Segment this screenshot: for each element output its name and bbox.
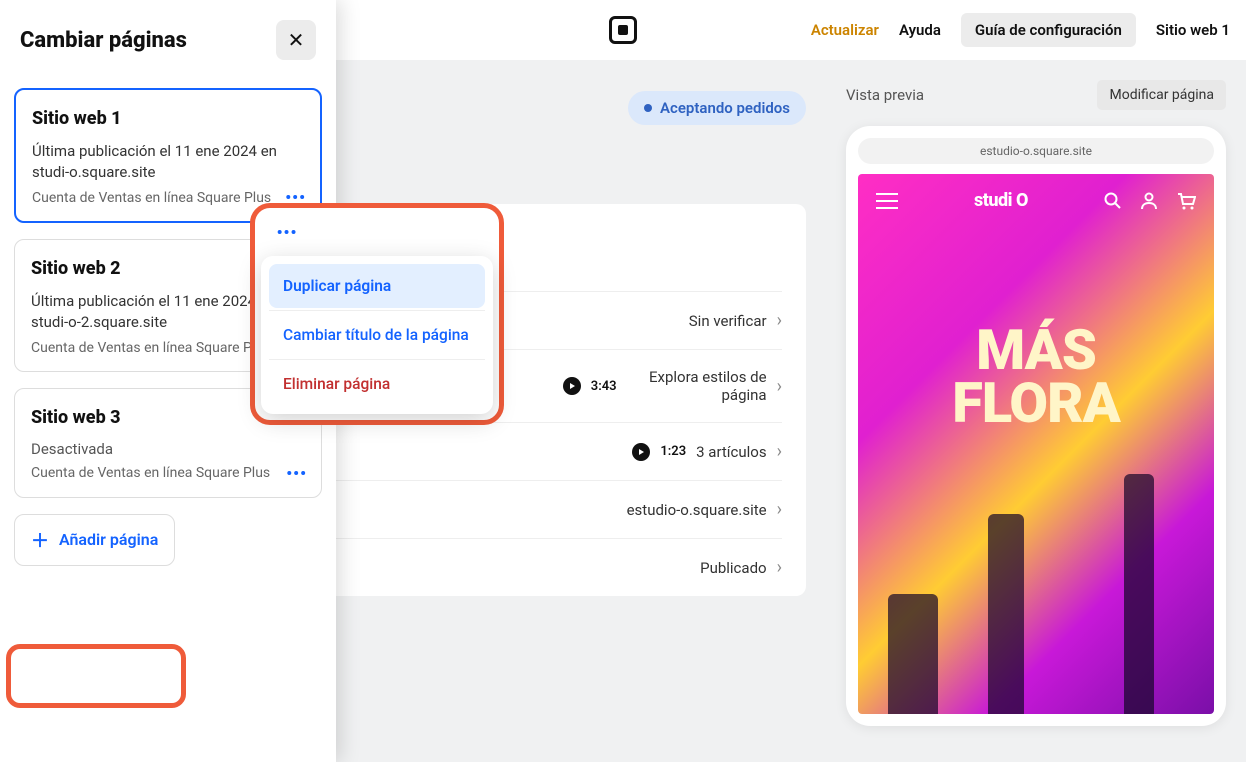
task-status: Sin verificar: [689, 312, 767, 330]
popover-rename[interactable]: Cambiar título de la página: [269, 313, 485, 357]
chevron-right-icon: ›: [777, 376, 782, 397]
phone-preview: estudio-o.square.site studi O: [846, 126, 1226, 726]
site-options-popover-wrapper: ••• Duplicar página Cambiar título de la…: [250, 203, 504, 425]
upgrade-link[interactable]: Actualizar: [811, 21, 879, 39]
help-link[interactable]: Ayuda: [899, 21, 941, 39]
chevron-right-icon: ›: [777, 499, 782, 520]
video-duration: 3:43: [591, 379, 617, 394]
more-options-trigger[interactable]: •••: [267, 214, 307, 250]
add-page-button[interactable]: ＋ Añadir página: [14, 514, 175, 566]
menu-icon[interactable]: [876, 193, 898, 209]
sidebar-title: Cambiar páginas: [20, 28, 187, 53]
site-selector[interactable]: Sitio web 1: [1156, 21, 1230, 39]
plus-icon: ＋: [31, 527, 49, 553]
task-status: 3 artículos: [696, 443, 766, 461]
close-button[interactable]: ✕: [276, 20, 316, 60]
task-status: estudio-o.square.site: [627, 501, 767, 519]
setup-guide-button[interactable]: Guía de configuración: [961, 13, 1136, 47]
task-status: Explora estilos de página: [627, 368, 767, 404]
modify-page-button[interactable]: Modificar página: [1097, 80, 1226, 110]
play-icon[interactable]: [632, 443, 650, 461]
add-page-label: Añadir página: [59, 530, 158, 549]
chevron-right-icon: ›: [777, 310, 782, 331]
search-icon[interactable]: [1104, 192, 1122, 210]
cart-icon[interactable]: [1176, 192, 1196, 210]
preview-brand: studi O: [974, 190, 1028, 211]
popover-delete[interactable]: Eliminar página: [269, 362, 485, 406]
site-card-title: Sitio web 1: [32, 108, 304, 129]
video-duration: 1:23: [660, 444, 686, 459]
site-card-more-button[interactable]: •••: [286, 464, 307, 483]
close-icon: ✕: [288, 28, 305, 52]
user-icon[interactable]: [1140, 192, 1158, 210]
square-logo: [609, 16, 637, 44]
task-status: Publicado: [700, 559, 766, 577]
site-card-plan: Cuenta de Ventas en línea Square Plus: [31, 464, 305, 482]
chevron-right-icon: ›: [777, 441, 782, 462]
chevron-right-icon: ›: [777, 557, 782, 578]
preview-hero-text: MÁS FLORA: [858, 324, 1214, 430]
orders-status-badge: Aceptando pedidos: [628, 91, 806, 125]
popover-duplicate[interactable]: Duplicar página: [269, 264, 485, 308]
preview-label: Vista previa: [846, 86, 924, 104]
orders-status-label: Aceptando pedidos: [660, 99, 790, 117]
site-card-publication: Última publicación el 11 ene 2024 en stu…: [32, 141, 304, 183]
play-icon[interactable]: [563, 377, 581, 395]
site-options-popover: Duplicar página Cambiar título de la pág…: [261, 256, 493, 414]
preview-url: estudio-o.square.site: [858, 138, 1214, 164]
site-card-status: Desactivada: [31, 440, 305, 458]
